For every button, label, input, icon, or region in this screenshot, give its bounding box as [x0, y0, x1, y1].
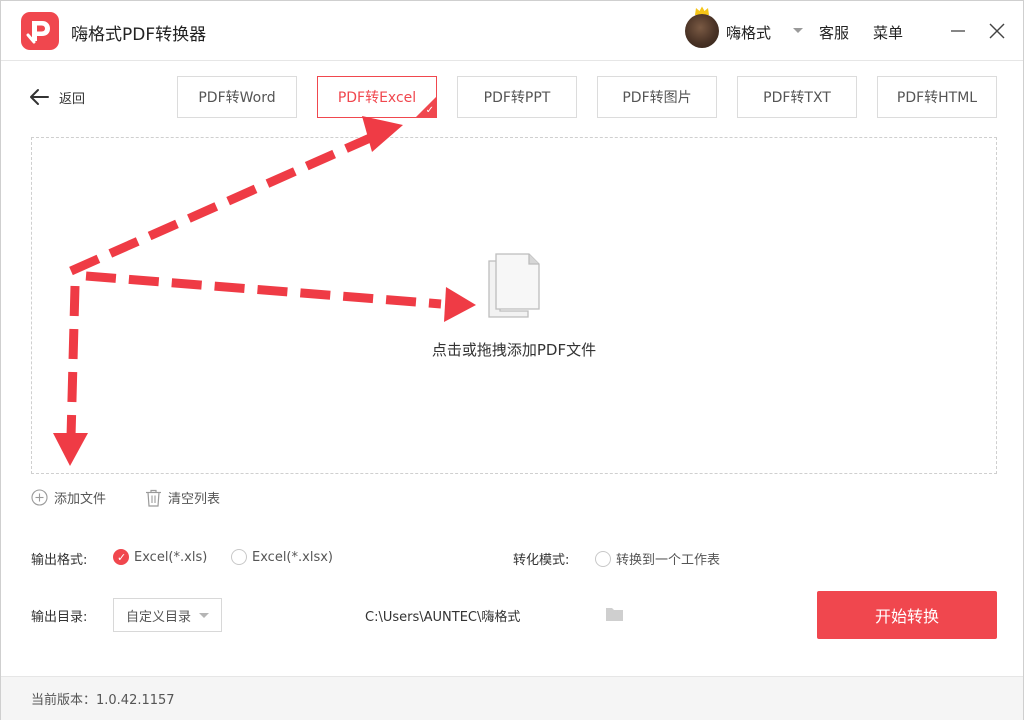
radio-xls-indicator[interactable] [113, 549, 129, 565]
chevron-down-icon [199, 613, 209, 618]
start-convert-button[interactable]: 开始转换 [817, 591, 997, 639]
conversion-mode-label: 转化模式: [513, 553, 570, 568]
check-icon: ✓ [425, 105, 434, 116]
avatar[interactable] [685, 14, 719, 48]
add-file-button[interactable]: 添加文件 [31, 488, 106, 507]
tab-label: PDF转图片 [622, 90, 692, 106]
plus-circle-icon [31, 489, 48, 506]
tab-label: PDF转Word [198, 90, 276, 106]
tab-label: PDF转Excel [337, 90, 417, 106]
output-format-label: 输出格式: [31, 553, 88, 568]
version-text: 当前版本：1.0.42.1157 [31, 693, 175, 708]
output-dir-select[interactable]: 自定义目录 [113, 598, 222, 632]
back-label: 返回 [59, 91, 86, 107]
tab-label: PDF转PPT [483, 90, 551, 106]
radio-xlsx-label: Excel(*.xlsx) [252, 549, 333, 565]
footer: 当前版本：1.0.42.1157 [1, 676, 1023, 720]
output-dir-path: C:\Users\AUNTEC\嗨格式 [365, 610, 521, 625]
tab-pdf-to-image[interactable]: PDF转图片 [597, 76, 717, 118]
username[interactable]: 嗨格式 [726, 22, 771, 43]
drop-hint: 点击或拖拽添加PDF文件 [431, 341, 597, 359]
file-stack-icon [488, 253, 540, 318]
tab-label: PDF转HTML [896, 90, 978, 106]
radio-single-sheet[interactable]: 转换到一个工作表 [595, 549, 720, 568]
app-title: 嗨格式PDF转换器 [71, 25, 207, 45]
back-button[interactable]: 返回 [29, 85, 85, 109]
menu-button[interactable]: 菜单 [873, 22, 903, 43]
pdf-logo-icon [21, 12, 59, 50]
clear-list-button[interactable]: 清空列表 [145, 488, 220, 507]
service-button[interactable]: 客服 [819, 22, 849, 43]
minimize-icon[interactable] [948, 21, 968, 41]
tab-label: PDF转TXT [763, 90, 831, 106]
tab-pdf-to-html[interactable]: PDF转HTML [877, 76, 997, 118]
app-window: 嗨格式PDF转换器 嗨格式 客服 菜单 返回 PDF转Word PDF转Exce… [0, 0, 1024, 720]
radio-xls-label: Excel(*.xls) [134, 549, 208, 565]
radio-xlsx[interactable]: Excel(*.xlsx) [231, 549, 333, 565]
chevron-down-icon[interactable] [791, 23, 805, 37]
title-bar: 嗨格式PDF转换器 嗨格式 客服 菜单 [1, 1, 1023, 61]
output-dir-select-value: 自定义目录 [126, 609, 192, 625]
tab-pdf-to-txt[interactable]: PDF转TXT [737, 76, 857, 118]
radio-single-sheet-indicator[interactable] [595, 550, 611, 567]
radio-xlsx-indicator[interactable] [231, 549, 247, 565]
arrow-left-icon [30, 89, 49, 105]
clear-list-label: 清空列表 [168, 492, 221, 507]
folder-icon[interactable] [605, 606, 624, 622]
close-icon[interactable] [987, 21, 1007, 41]
tab-pdf-to-ppt[interactable]: PDF转PPT [457, 76, 577, 118]
tab-pdf-to-excel[interactable]: PDF转Excel ✓ [317, 76, 437, 118]
add-file-label: 添加文件 [54, 492, 107, 507]
radio-xls[interactable]: Excel(*.xls) [113, 549, 207, 565]
trash-icon [146, 489, 161, 507]
output-dir-label: 输出目录: [31, 610, 88, 625]
tab-pdf-to-word[interactable]: PDF转Word [177, 76, 297, 118]
radio-single-sheet-label: 转换到一个工作表 [616, 553, 721, 568]
